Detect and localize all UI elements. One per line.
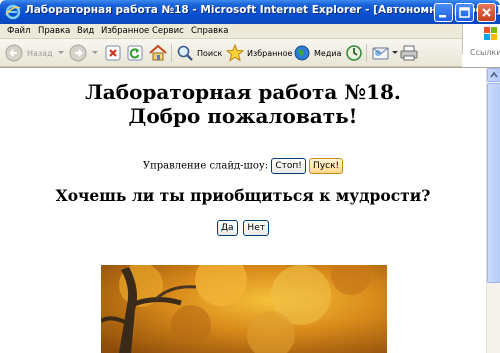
maximize-button[interactable] [455,3,474,22]
back-button[interactable]: Назад [4,43,53,63]
scroll-thumb[interactable] [487,83,500,283]
forward-button[interactable] [68,43,88,63]
vertical-scrollbar[interactable] [486,68,500,353]
favorites-label: Избранное [247,48,293,58]
search-icon [177,45,193,61]
favorites-star-icon [226,44,244,62]
menu-bar: Файл Правка Вид Избранное Сервис Справка [0,24,500,39]
page-content: Лабораторная работа №18. Добро пожаловат… [0,68,486,353]
maximize-icon [459,7,470,18]
menu-favorites[interactable]: Избранное [101,26,149,36]
mail-dropdown-icon [392,51,398,54]
media-button[interactable]: Медиа [293,43,341,63]
scroll-up-button[interactable] [487,68,500,82]
window-title: Лабораторная работа №18 - Microsoft Inte… [25,4,500,16]
question-text: Хочешь ли ты приобщиться к мудрости? [55,186,431,205]
close-button[interactable] [477,3,496,22]
print-button[interactable] [400,43,418,63]
favorites-button[interactable]: Избранное [226,43,292,63]
search-button[interactable]: Поиск [176,43,222,63]
media-label: Медиа [314,48,342,58]
forward-dropdown-icon[interactable] [92,51,98,55]
page-heading-line2: Добро пожаловать! [128,104,358,128]
slideshow-stop-button[interactable]: Стоп! [271,158,306,174]
menu-view[interactable]: Вид [77,26,94,36]
toolbar-separator [171,44,172,62]
slideshow-label: Управление слайд-шоу: [142,160,269,172]
printer-icon [400,45,418,61]
mail-icon [372,47,389,60]
slideshow-controls: Управление слайд-шоу: Стоп! Пуск! [0,158,486,174]
menu-edit[interactable]: Правка [38,26,70,36]
links-label[interactable]: Ссылки [470,48,500,57]
mail-button[interactable] [372,43,398,63]
autumn-tree-image [101,265,387,353]
scroll-up-arrow-icon [490,71,498,78]
title-bar: Лабораторная работа №18 - Microsoft Inte… [0,0,500,24]
slideshow-photo [101,265,387,353]
stop-loading-button[interactable] [104,43,122,63]
close-icon [482,8,491,17]
yes-button[interactable]: Да [217,220,238,236]
page-heading-line1: Лабораторная работа №18. [85,80,401,104]
minimize-icon [439,15,446,18]
menu-help[interactable]: Справка [191,26,228,36]
minimize-button[interactable] [434,3,453,22]
forward-arrow-icon [69,44,87,62]
refresh-icon [127,45,143,61]
back-arrow-icon [5,44,23,62]
media-globe-icon [294,45,310,61]
history-icon [346,45,362,61]
answer-buttons: Да Нет [0,220,486,236]
menu-tools[interactable]: Сервис [152,26,184,36]
ie-logo-icon [5,4,21,20]
back-dropdown-icon[interactable] [58,51,64,55]
refresh-button[interactable] [126,43,144,63]
menu-file[interactable]: Файл [7,26,30,36]
toolbar-separator [366,44,367,62]
no-button[interactable]: Нет [243,220,269,236]
home-button[interactable] [148,43,168,63]
back-label: Назад [27,48,53,58]
search-label: Поиск [197,48,223,58]
toolbar: Назад Поиск Избранное Медиа [0,39,462,67]
stop-icon [105,45,121,61]
history-button[interactable] [345,43,363,63]
home-icon [149,44,167,61]
slideshow-start-button[interactable]: Пуск! [309,158,344,174]
